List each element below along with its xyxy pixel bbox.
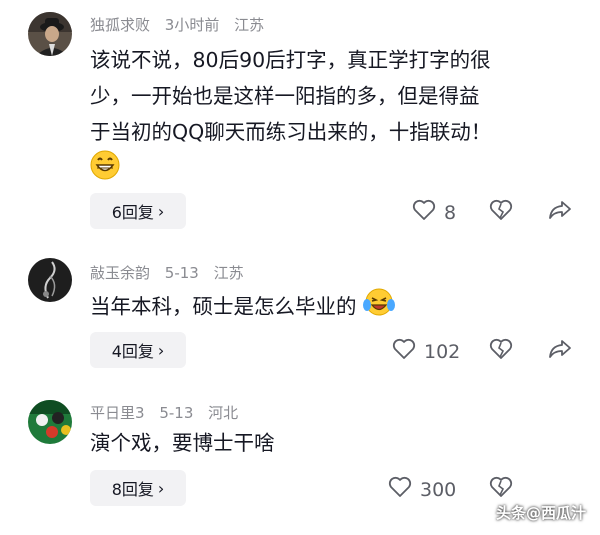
comment-time: 3小时前 bbox=[164, 16, 220, 34]
like-count: 8 bbox=[444, 201, 457, 224]
comment-meta: 平日里3 5-13 河北 bbox=[90, 402, 248, 423]
watermark-text: 头条@西瓜汁 bbox=[495, 504, 586, 522]
username[interactable]: 独孤求败 bbox=[90, 16, 150, 34]
comment-text: 当年本科，硕士是怎么毕业的 bbox=[90, 287, 580, 328]
comment-meta: 独孤求败 3小时前 江苏 bbox=[90, 14, 274, 35]
reply-count-label: 8回复 bbox=[111, 480, 154, 499]
comment-text-line: 该说不说，80后90后打字，真正学打字的很 bbox=[90, 48, 491, 72]
comment-text-line: 演个戏，要博士干啥 bbox=[90, 431, 275, 455]
reply-count-label: 4回复 bbox=[111, 342, 154, 361]
comment-list: 独孤求败 3小时前 江苏 该说不说，80后90后打字，真正学打字的很 少，一开始… bbox=[0, 0, 600, 535]
view-replies-button[interactable]: 4回复 › bbox=[90, 332, 186, 368]
crying-laughing-face-icon bbox=[363, 287, 396, 328]
watermark: 头条@西瓜汁 bbox=[496, 502, 586, 523]
comment-text-line: 于当初的QQ聊天而练习出来的，十指联动！ bbox=[90, 120, 492, 144]
avatar[interactable] bbox=[28, 12, 72, 56]
reply-count-label: 6回复 bbox=[111, 203, 154, 222]
comment-time: 5-13 bbox=[164, 264, 199, 282]
chevron-right-icon: › bbox=[157, 340, 165, 360]
like-group[interactable]: 300 bbox=[388, 476, 456, 503]
view-replies-button[interactable]: 6回复 › bbox=[90, 193, 186, 229]
chevron-right-icon: › bbox=[157, 478, 165, 498]
comment-location: 河北 bbox=[208, 404, 239, 422]
dislike-heart-icon[interactable] bbox=[488, 338, 514, 364]
like-count: 300 bbox=[420, 478, 457, 501]
comment-time: 5-13 bbox=[159, 404, 194, 422]
username[interactable]: 敲玉余韵 bbox=[90, 264, 150, 282]
heart-icon[interactable] bbox=[388, 476, 412, 503]
share-icon[interactable] bbox=[548, 198, 572, 226]
comment-meta: 敲玉余韵 5-13 江苏 bbox=[90, 262, 254, 283]
comment-location: 江苏 bbox=[234, 16, 265, 34]
comment-text: 该说不说，80后90后打字，真正学打字的很 少，一开始也是这样一阳指的多，但是得… bbox=[90, 42, 580, 186]
view-replies-button[interactable]: 8回复 › bbox=[90, 470, 186, 506]
grinning-face-icon bbox=[90, 150, 120, 191]
comment-location: 江苏 bbox=[213, 264, 244, 282]
username[interactable]: 平日里3 bbox=[90, 404, 145, 422]
avatar[interactable] bbox=[28, 258, 72, 302]
heart-icon[interactable] bbox=[392, 338, 416, 365]
heart-icon[interactable] bbox=[412, 199, 436, 226]
comment-text-line: 当年本科，硕士是怎么毕业的 bbox=[90, 294, 357, 319]
comment-text-line: 少，一开始也是这样一阳指的多，但是得益 bbox=[90, 84, 480, 108]
avatar[interactable] bbox=[28, 400, 72, 444]
comment-text: 演个戏，要博士干啥 bbox=[90, 425, 580, 461]
dislike-heart-icon[interactable] bbox=[488, 199, 514, 225]
like-group[interactable]: 102 bbox=[392, 338, 460, 365]
share-icon[interactable] bbox=[548, 337, 572, 365]
like-group[interactable]: 8 bbox=[412, 199, 456, 226]
like-count: 102 bbox=[424, 340, 461, 363]
dislike-heart-icon[interactable] bbox=[488, 476, 514, 502]
chevron-right-icon: › bbox=[157, 201, 165, 221]
